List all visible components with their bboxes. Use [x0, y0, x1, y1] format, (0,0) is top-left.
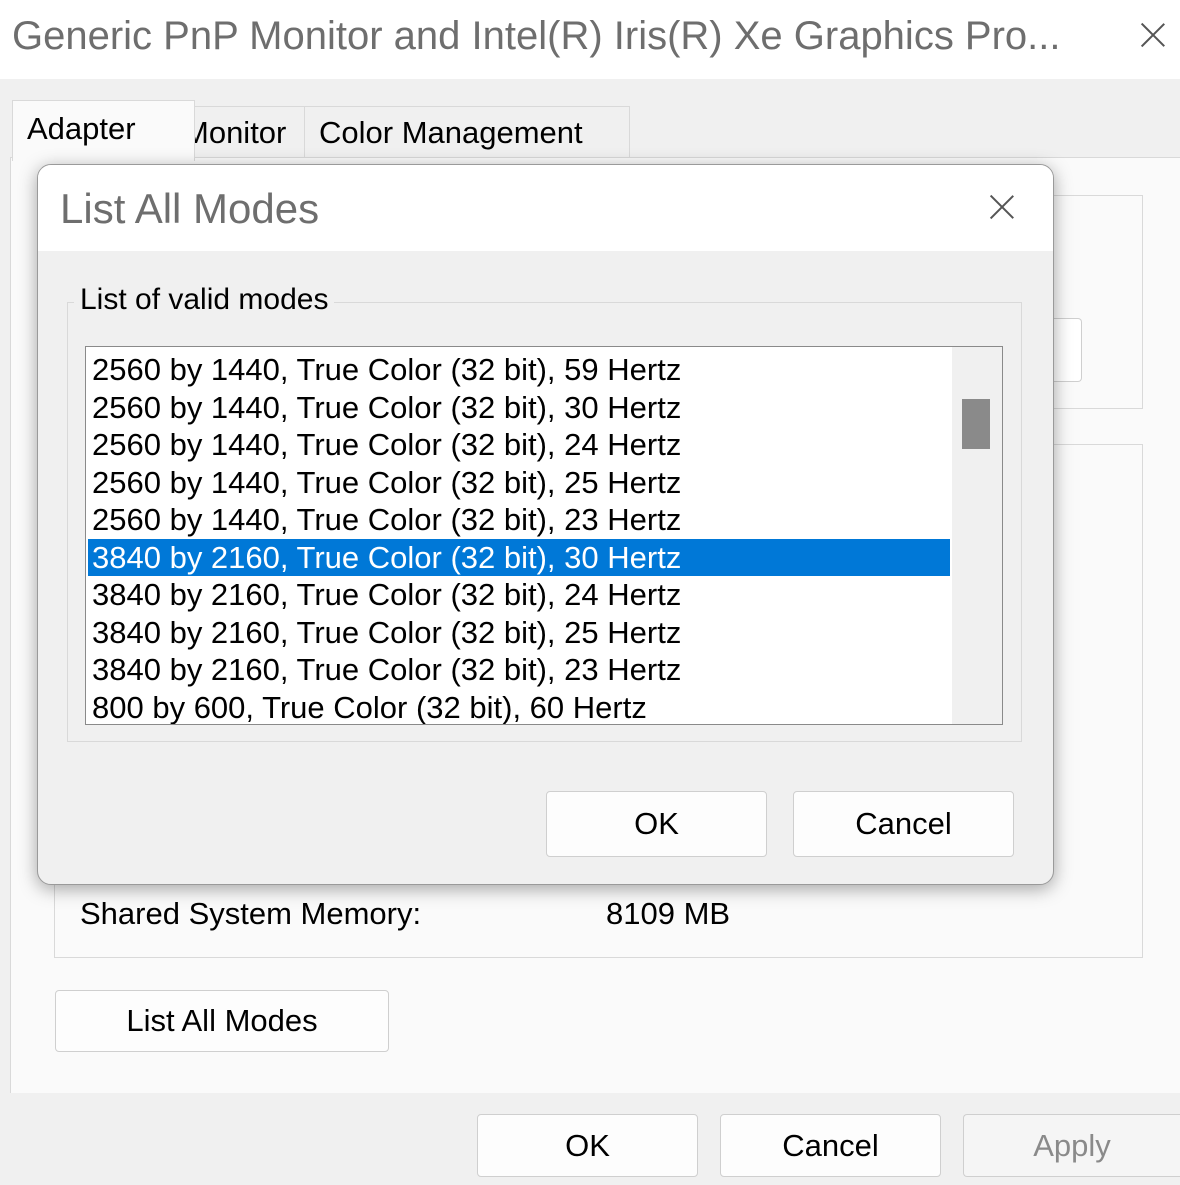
apply-button[interactable]: Apply — [963, 1114, 1180, 1177]
modes-scrollbar-thumb[interactable] — [962, 399, 990, 449]
cancel-button[interactable]: Cancel — [720, 1114, 941, 1177]
dialog-title: List All Modes — [60, 185, 320, 232]
mode-list-item[interactable]: 2560 by 1440, True Color (32 bit), 23 He… — [88, 501, 950, 538]
mode-list-item[interactable]: 2560 by 1440, True Color (32 bit), 59 He… — [88, 351, 950, 388]
window-close-icon[interactable] — [1140, 22, 1166, 48]
window-titlebar: Generic PnP Monitor and Intel(R) Iris(R)… — [0, 0, 1180, 79]
shared-memory-value: 8109 MB — [606, 896, 731, 931]
ok-button[interactable]: OK — [477, 1114, 698, 1177]
list-all-modes-dialog: List All Modes List of valid modes 800 b… — [37, 164, 1054, 885]
window-title: Generic PnP Monitor and Intel(R) Iris(R)… — [12, 14, 1061, 58]
list-all-modes-button[interactable]: List All Modes — [55, 990, 389, 1052]
mode-list-item[interactable]: 2560 by 1440, True Color (32 bit), 30 He… — [88, 389, 950, 426]
valid-modes-group-label: List of valid modes — [74, 283, 335, 317]
mode-list-item[interactable]: 3840 by 2160, True Color (32 bit), 24 He… — [88, 576, 950, 613]
tab-adapter[interactable]: Adapter — [12, 100, 195, 161]
dialog-titlebar: List All Modes — [38, 165, 1053, 251]
mode-list-item[interactable]: 2560 by 1440, True Color (32 bit), 24 He… — [88, 426, 950, 463]
mode-list-item[interactable]: 3840 by 2160, True Color (32 bit), 30 He… — [88, 538, 950, 576]
modes-listbox[interactable]: 800 by 600, True Color (32 bit), 60 Hert… — [85, 346, 1003, 725]
tab-color-management[interactable]: Color Management — [304, 106, 630, 159]
properties-button-edge[interactable] — [1051, 318, 1082, 382]
modes-scrollbar[interactable] — [952, 347, 1002, 724]
mode-list-item[interactable]: 2560 by 1440, True Color (32 bit), 25 He… — [88, 464, 950, 501]
dialog-cancel-button[interactable]: Cancel — [793, 791, 1014, 857]
dialog-close-icon[interactable] — [989, 194, 1015, 220]
mode-list-item[interactable]: 3840 by 2160, True Color (32 bit), 25 He… — [88, 614, 950, 651]
mode-list-item[interactable]: 800 by 600, True Color (32 bit), 60 Hert… — [88, 689, 950, 725]
shared-memory-label: Shared System Memory: — [80, 896, 422, 931]
mode-list-item[interactable]: 3840 by 2160, True Color (32 bit), 23 He… — [88, 651, 950, 688]
dialog-ok-button[interactable]: OK — [546, 791, 767, 857]
